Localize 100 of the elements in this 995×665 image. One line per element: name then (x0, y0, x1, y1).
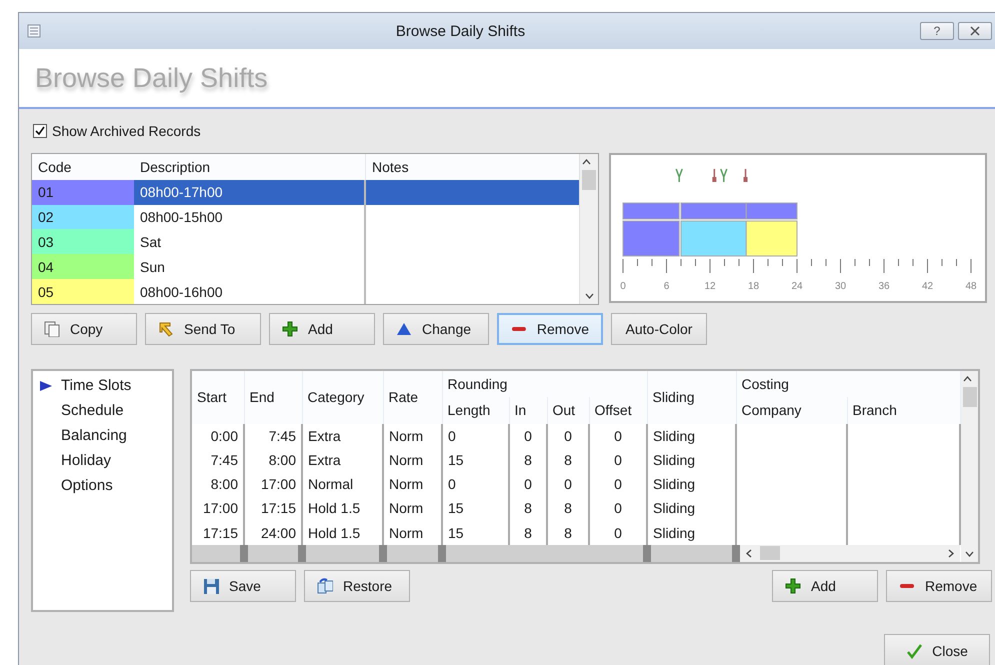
restore-button[interactable]: Restore (304, 570, 410, 602)
table-cell: 0 (442, 472, 509, 496)
table-cell: 8 (509, 496, 547, 521)
table-cell: 08h00-16h00 (134, 279, 366, 304)
ruler-label: 48 (965, 281, 977, 292)
column-header[interactable]: End (244, 371, 302, 424)
add-button[interactable]: Add (269, 313, 375, 345)
column-header[interactable]: Out (547, 397, 589, 424)
table-cell: 8 (547, 496, 589, 521)
table-cell: Norm (383, 496, 442, 521)
table-cell: Normal (302, 472, 383, 496)
ruler-label: 12 (704, 281, 716, 292)
table-cell: 7:45 (244, 424, 302, 448)
list-row[interactable]: 03 Sat (32, 229, 579, 254)
table-cell: Sliding (647, 424, 736, 448)
column-header[interactable]: Length (442, 397, 509, 424)
table-cell: 7:45 (192, 448, 244, 472)
table-cell: 8:00 (244, 448, 302, 472)
scrollbar-thumb[interactable] (760, 546, 780, 560)
checkmark-icon (35, 126, 45, 136)
table-cell: 0 (547, 472, 589, 496)
checkbox[interactable] (33, 124, 47, 138)
triangle-icon (396, 321, 412, 337)
column-header[interactable]: Category (302, 371, 383, 424)
add-button[interactable]: Add (772, 570, 878, 602)
scrollbar-thumb[interactable] (582, 170, 596, 190)
vertical-scrollbar[interactable] (961, 371, 978, 562)
table-cell: 0 (442, 424, 509, 448)
copy-button[interactable]: Copy (31, 313, 137, 345)
documents-icon (317, 578, 333, 594)
vertical-scrollbar[interactable] (579, 154, 598, 304)
table-cell: 8:00 (192, 472, 244, 496)
code-cell: 04 (32, 254, 134, 280)
copy-icon (44, 321, 60, 337)
column-header[interactable]: Offset (589, 397, 647, 424)
section-item[interactable]: Options (39, 473, 172, 498)
remove-button[interactable]: Remove (886, 570, 992, 602)
column-header[interactable]: In (509, 397, 547, 424)
list-row[interactable]: 05 08h00-16h00 (32, 279, 579, 304)
close-button[interactable]: Close (884, 634, 990, 665)
list-row[interactable]: 01 08h00-17h00 (32, 180, 579, 205)
table-cell: 15 (442, 496, 509, 521)
remove-button[interactable]: Remove (497, 313, 603, 345)
ruler-label: 6 (664, 281, 670, 292)
column-header[interactable]: Branch (847, 397, 960, 424)
checkbox-label: Show Archived Records (52, 123, 201, 139)
help-button[interactable]: ? (920, 22, 954, 40)
table-cell: Extra (302, 424, 383, 448)
column-header[interactable]: Notes (366, 154, 579, 180)
save-button[interactable]: Save (190, 570, 296, 602)
code-cell: 03 (32, 229, 134, 254)
table-cell: Norm (383, 424, 442, 448)
table-cell: 0:00 (192, 424, 244, 448)
plus-icon (785, 578, 801, 594)
table-cell: Hold 1.5 (302, 496, 383, 521)
section-item[interactable]: Time Slots (39, 373, 172, 398)
arrow-icon (158, 321, 174, 337)
change-button[interactable]: Change (383, 313, 489, 345)
table-cell: Sliding (647, 448, 736, 472)
table-cell: 15 (442, 448, 509, 472)
column-header[interactable]: Start (192, 371, 244, 424)
column-header[interactable]: Sliding (647, 371, 736, 424)
selection-arrow-icon (39, 380, 53, 392)
ruler-label: 24 (791, 281, 803, 292)
list-row[interactable]: 02 08h00-15h00 (32, 204, 579, 230)
table-cell: Sliding (647, 496, 736, 521)
list-row[interactable]: 04 Sun (32, 254, 579, 280)
ruler-label: 42 (922, 281, 934, 292)
page-title: Browse Daily Shifts (35, 62, 268, 94)
table-cell: Sliding (647, 472, 736, 496)
code-cell: 01 (32, 180, 134, 205)
section-item[interactable]: Schedule (39, 398, 172, 423)
table-cell: 0 (509, 472, 547, 496)
section-item[interactable]: Holiday (39, 448, 172, 473)
column-header[interactable]: Code (32, 154, 134, 180)
auto-color-button[interactable]: Auto-Color (611, 313, 707, 345)
table-cell: Sun (134, 254, 366, 280)
window-menu-icon (27, 24, 41, 38)
table-cell: 0 (509, 424, 547, 448)
table-cell: 17:15 (244, 496, 302, 521)
table-cell: Norm (383, 448, 442, 472)
table-cell: 17:00 (192, 496, 244, 521)
table-cell: 0 (547, 424, 589, 448)
table-cell: Extra (302, 448, 383, 472)
code-cell: 02 (32, 204, 134, 230)
scrollbar-thumb[interactable] (962, 387, 976, 407)
ruler-label: 18 (748, 281, 760, 292)
column-group-header: Costing (736, 371, 960, 398)
close-button[interactable] (958, 22, 992, 40)
code-cell: 05 (32, 279, 134, 304)
ruler-label: 36 (878, 281, 890, 292)
table-cell: 0 (589, 448, 647, 472)
column-header[interactable]: Rate (383, 371, 442, 424)
table-cell: 08h00-15h00 (134, 204, 366, 230)
send-to-button[interactable]: Send To (145, 313, 261, 345)
section-item[interactable]: Balancing (39, 423, 172, 448)
column-header[interactable]: Company (736, 397, 847, 424)
table-cell: 0 (589, 496, 647, 521)
table-cell: Norm (383, 472, 442, 496)
table-cell: 08h00-17h00 (134, 180, 366, 205)
